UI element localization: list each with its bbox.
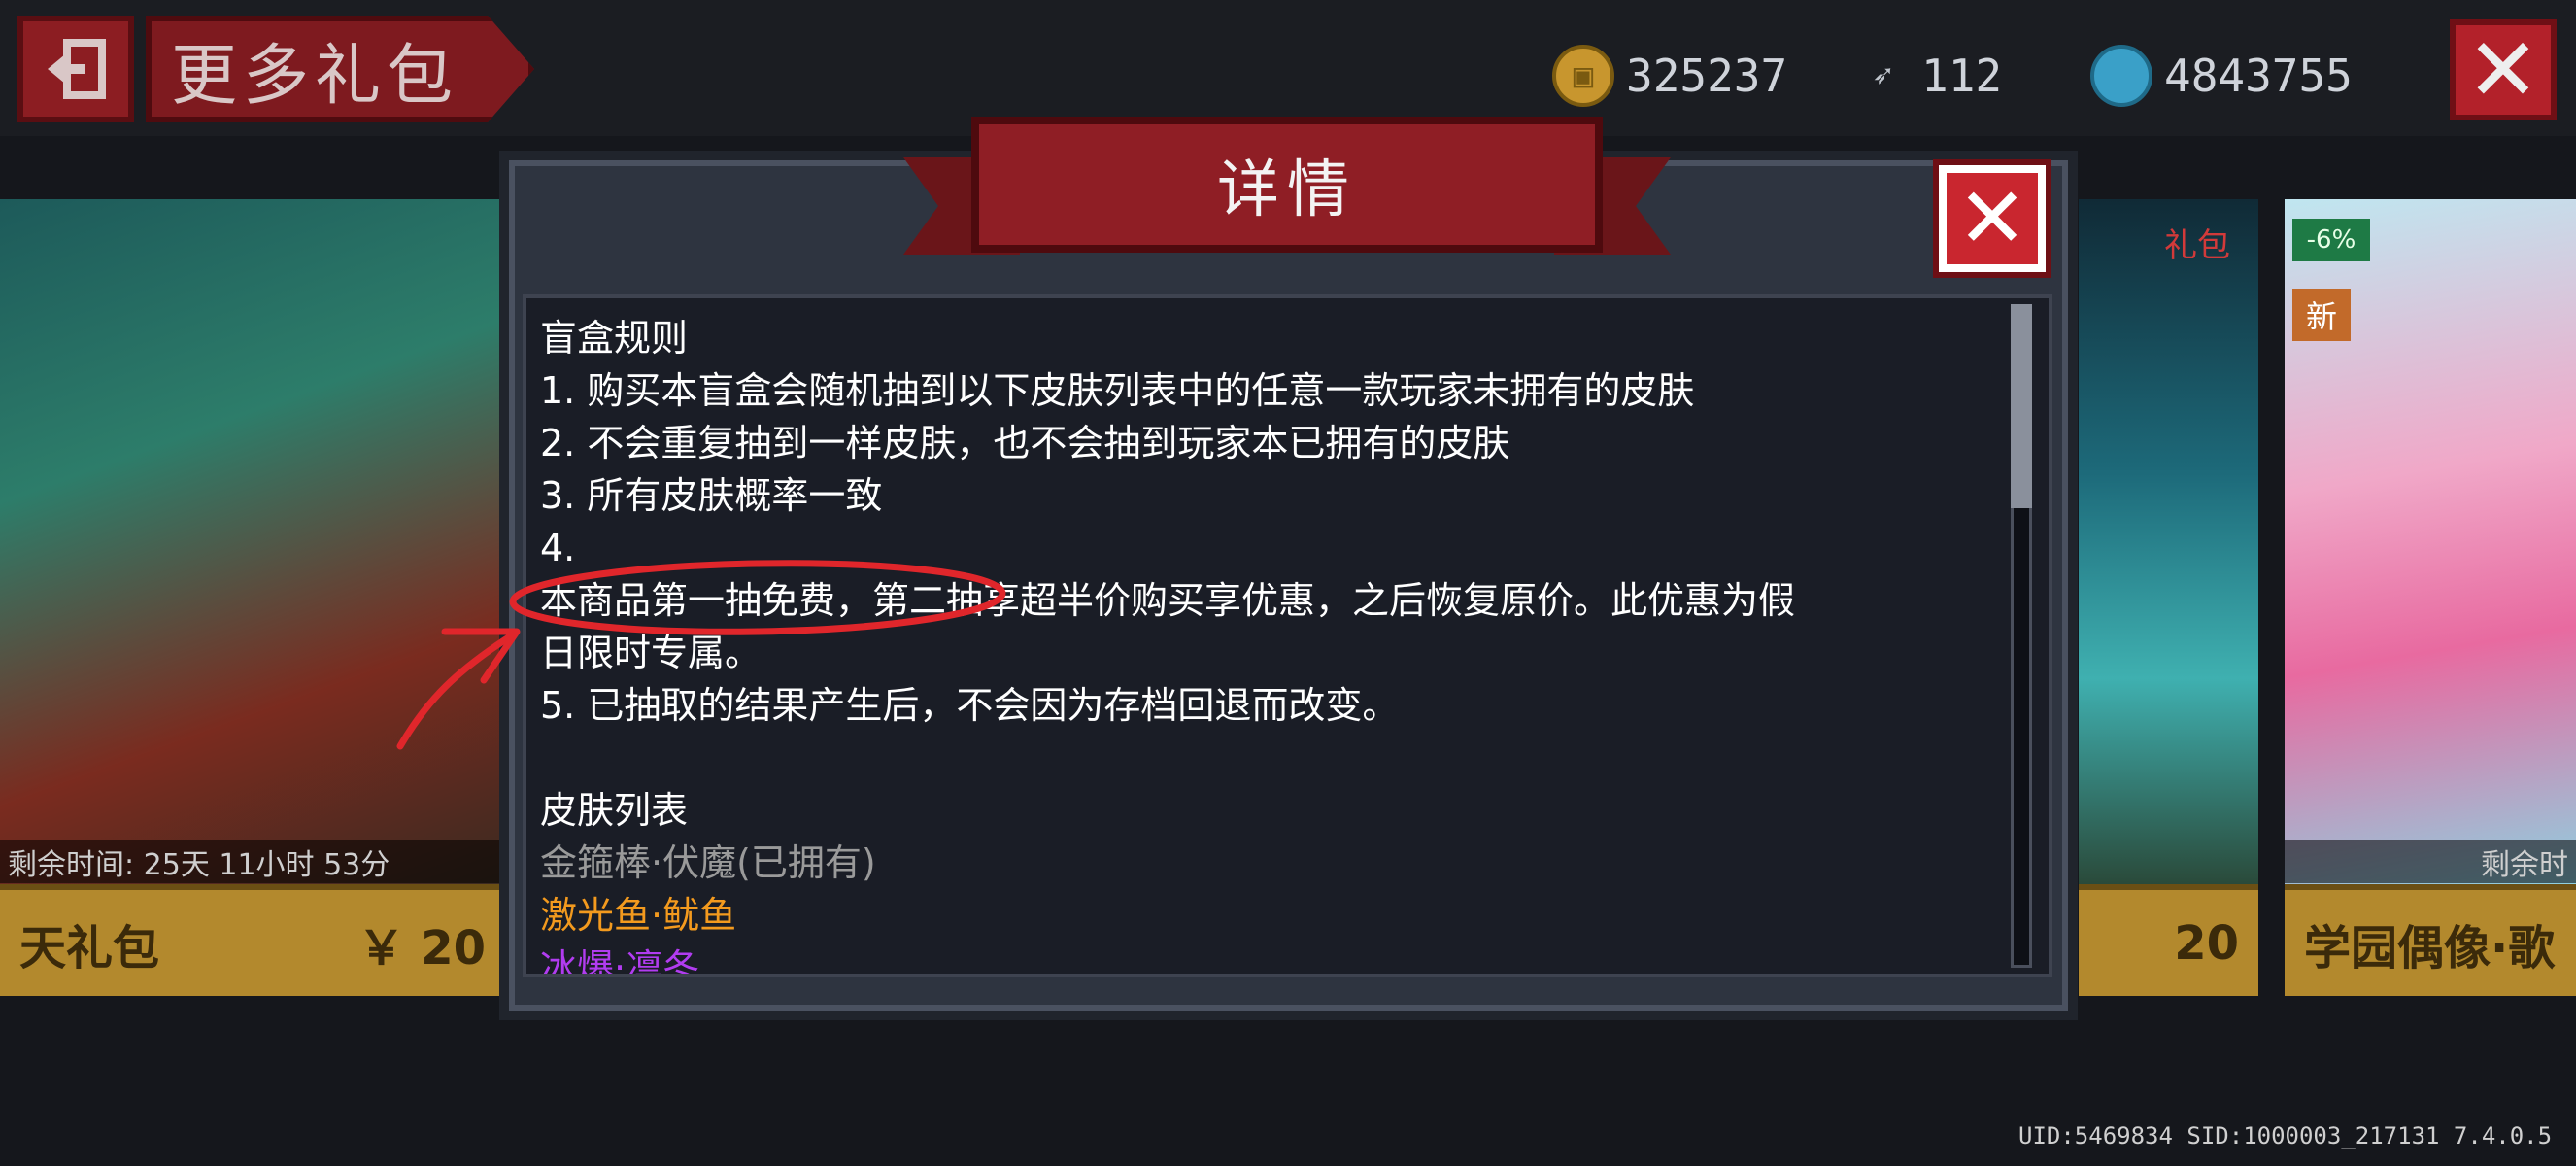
uid-text: UID:5469834 SID:1000003_217131 7.4.0.5 <box>2018 1122 2553 1149</box>
red-annotation <box>396 560 1006 750</box>
annotation-arrow <box>396 630 519 750</box>
annotation-circle <box>509 560 1006 635</box>
